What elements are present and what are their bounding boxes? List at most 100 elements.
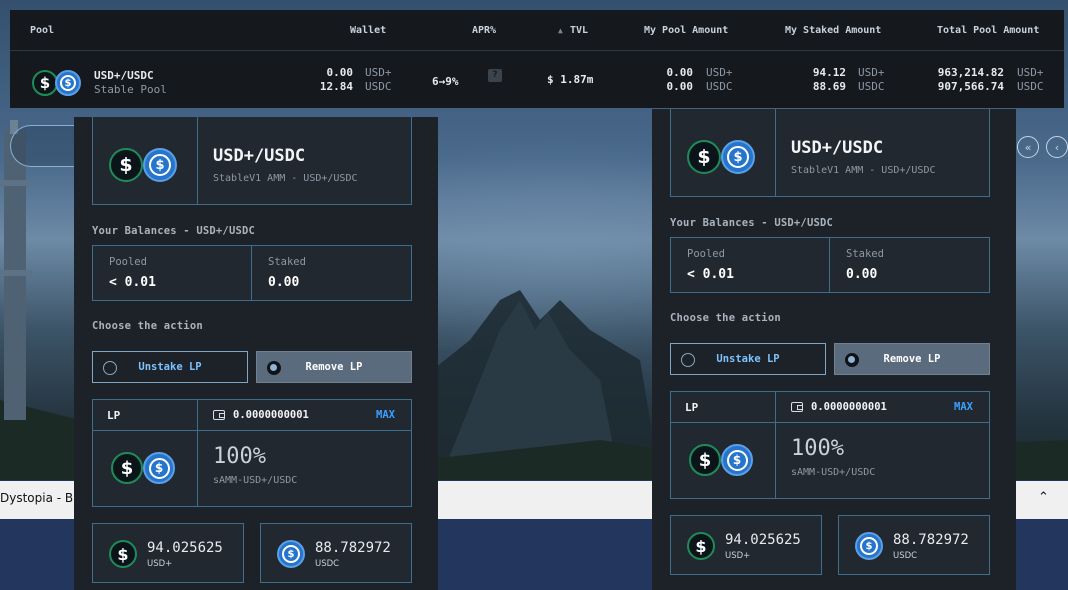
staked-label: Staked [846, 248, 884, 260]
pair-title: USD+/USDC [213, 146, 306, 166]
my-staked-value-1: 94.12 [812, 66, 846, 79]
remove-liquidity-panel-left: - - - - - - - - $ $ USD+/USDC StableV1 A… [74, 117, 438, 590]
total-pool-value-1: 963,214.82 [937, 66, 1004, 79]
taskbar-chevron-up-icon[interactable]: ⌃ [1038, 490, 1049, 505]
unstake-lp-label: Unstake LP [138, 361, 202, 373]
max-button[interactable]: MAX [954, 401, 973, 413]
pair-card: $ $ USD+/USDC StableV1 AMM - USD+/USDC [670, 109, 990, 197]
action-title: Choose the action [92, 320, 203, 332]
output-value-1: 94.025625 [725, 532, 801, 548]
balances-card: Pooled < 0.01 Staked 0.00 [92, 245, 412, 301]
balances-title: Your Balances - USD+/USDC [92, 225, 256, 237]
header-wallet[interactable]: Wallet [350, 25, 386, 36]
apr-value: 6→9% [432, 75, 459, 88]
my-pool-token-1: USD+ [706, 66, 733, 79]
double-chevron-left-icon[interactable]: « [1017, 136, 1039, 158]
output-token-card-2: $ 88.782972 USDC [838, 515, 990, 575]
table-row[interactable]: $ $ USD+/USDC Stable Pool 0.00 USD+ 12.8… [10, 51, 1064, 107]
chevron-left-icon[interactable]: ‹ [1046, 136, 1068, 158]
usdc-coin-icon: $ [143, 148, 177, 182]
usd-plus-coin-icon: $ [687, 140, 721, 174]
header-apr[interactable]: APR% [472, 25, 496, 36]
remove-radio[interactable] [267, 361, 281, 375]
pool-type: Stable Pool [94, 83, 167, 96]
unstake-radio[interactable] [103, 361, 117, 375]
pooled-value: < 0.01 [687, 267, 734, 282]
usdc-coin-icon: $ [143, 452, 175, 484]
my-pool-value-2: 0.00 [666, 80, 694, 93]
wallet-value-1: 0.00 [326, 66, 354, 79]
usd-plus-coin-icon: $ [687, 532, 715, 560]
total-pool-token-2: USDC [1017, 80, 1044, 93]
output-token-card-1: $ 94.025625 USD+ [92, 523, 244, 583]
my-pool-value-1: 0.00 [666, 66, 694, 79]
wallet-token-2: USDC [365, 80, 392, 93]
lp-balance: 0.0000000001 [233, 409, 309, 421]
sort-arrow-icon[interactable]: ▲ [558, 26, 563, 35]
remove-lp-label: Remove LP [305, 361, 363, 373]
table-header: Pool Wallet APR% ▲ TVL My Pool Amount My… [10, 10, 1064, 51]
output-symbol-2: USDC [893, 551, 918, 561]
pair-card: $ $ USD+/USDC StableV1 AMM - USD+/USDC [92, 117, 412, 205]
action-title: Choose the action [670, 312, 781, 324]
usdc-coin-icon: $ [855, 532, 883, 560]
usdc-coin-icon: $ [277, 540, 305, 568]
total-pool-token-1: USD+ [1017, 66, 1044, 79]
output-value-2: 88.782972 [315, 540, 391, 556]
output-token-card-1: $ 94.025625 USD+ [670, 515, 822, 575]
output-token-card-2: $ 88.782972 USDC [260, 523, 412, 583]
wallet-token-1: USD+ [365, 66, 392, 79]
header-total-pool[interactable]: Total Pool Amount [937, 25, 1039, 36]
header-my-pool[interactable]: My Pool Amount [644, 25, 728, 36]
unstake-lp-button[interactable]: Unstake LP [670, 343, 826, 375]
usd-plus-coin-icon: $ [689, 444, 721, 476]
header-pool[interactable]: Pool [30, 25, 54, 36]
pooled-value: < 0.01 [109, 275, 156, 290]
header-my-staked[interactable]: My Staked Amount [785, 25, 881, 36]
usd-plus-coin-icon: $ [109, 540, 137, 568]
pooled-label: Pooled [687, 248, 725, 260]
remove-lp-label: Remove LP [883, 353, 941, 365]
header-tvl[interactable]: TVL [570, 25, 588, 36]
my-pool-token-2: USDC [706, 80, 733, 93]
tvl-value: $ 1.87m [547, 73, 594, 86]
pair-subtitle: StableV1 AMM - USD+/USDC [213, 173, 358, 184]
usdc-coin-icon: $ [721, 140, 755, 174]
lp-token-name: sAMM-USD+/USDC [213, 475, 298, 486]
remove-radio[interactable] [845, 353, 859, 367]
wallet-icon [791, 402, 803, 412]
pair-title: USD+/USDC [791, 138, 884, 158]
lp-input-card: LP 0.0000000001 MAX $ $ 100% sAMM-USD+/U… [670, 391, 990, 499]
output-value-1: 94.025625 [147, 540, 223, 556]
unstake-radio[interactable] [681, 353, 695, 367]
wallet-icon [213, 410, 225, 420]
usd-plus-coin-icon: $ [111, 452, 143, 484]
lp-input-card: LP 0.0000000001 MAX $ $ 100% sAMM-USD+/U… [92, 399, 412, 507]
output-symbol-2: USDC [315, 559, 340, 569]
remove-liquidity-panel-right: $ $ USD+/USDC StableV1 AMM - USD+/USDC Y… [652, 109, 1016, 590]
total-pool-value-2: 907,566.74 [937, 80, 1004, 93]
pooled-label: Pooled [109, 256, 147, 268]
usd-plus-coin-icon: $ [109, 148, 143, 182]
balances-title: Your Balances - USD+/USDC [670, 217, 834, 229]
pool-table: Pool Wallet APR% ▲ TVL My Pool Amount My… [10, 10, 1064, 108]
unstake-lp-button[interactable]: Unstake LP [92, 351, 248, 383]
max-button[interactable]: MAX [376, 409, 395, 421]
wallet-value-2: 12.84 [319, 80, 353, 93]
percent-input[interactable]: 100% [791, 436, 844, 461]
percent-input[interactable]: 100% [213, 444, 266, 469]
remove-lp-button[interactable]: Remove LP [256, 351, 412, 383]
lp-label: LP [107, 409, 121, 422]
lp-token-name: sAMM-USD+/USDC [791, 467, 876, 478]
apr-info-icon[interactable]: ? [488, 69, 502, 82]
usdc-coin-icon: $ [721, 444, 753, 476]
remove-lp-button[interactable]: Remove LP [834, 343, 990, 375]
balances-card: Pooled < 0.01 Staked 0.00 [670, 237, 990, 293]
unstake-lp-label: Unstake LP [716, 353, 780, 365]
my-staked-token-2: USDC [858, 80, 885, 93]
staked-value: 0.00 [268, 275, 300, 290]
pool-name: USD+/USDC [94, 69, 154, 82]
staked-label: Staked [268, 256, 306, 268]
pair-subtitle: StableV1 AMM - USD+/USDC [791, 165, 936, 176]
my-staked-value-2: 88.69 [812, 80, 846, 93]
